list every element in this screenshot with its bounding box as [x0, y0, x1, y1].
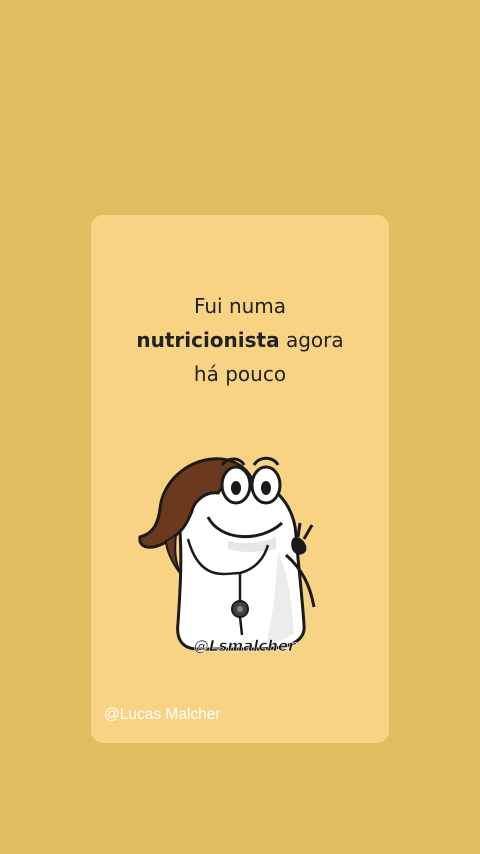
sticker-signature: @Lsmalcher	[194, 637, 297, 655]
caption-line-2: nutricionista agora	[91, 323, 389, 357]
caption-line-3: há pouco	[193, 362, 287, 386]
doctor-sticker-icon[interactable]: @Lsmalcher	[136, 453, 336, 663]
caption-bold-word: nutricionista	[136, 328, 280, 352]
caption-after-bold: agora	[279, 328, 344, 352]
post-caption: Fui numa nutricionista agora há pouco	[91, 289, 389, 391]
post-card[interactable]: Fui numa nutricionista agora há pouco @L…	[91, 215, 389, 743]
caption-line-1: Fui numa	[193, 294, 287, 318]
author-handle[interactable]: @Lucas Malcher	[104, 706, 221, 724]
